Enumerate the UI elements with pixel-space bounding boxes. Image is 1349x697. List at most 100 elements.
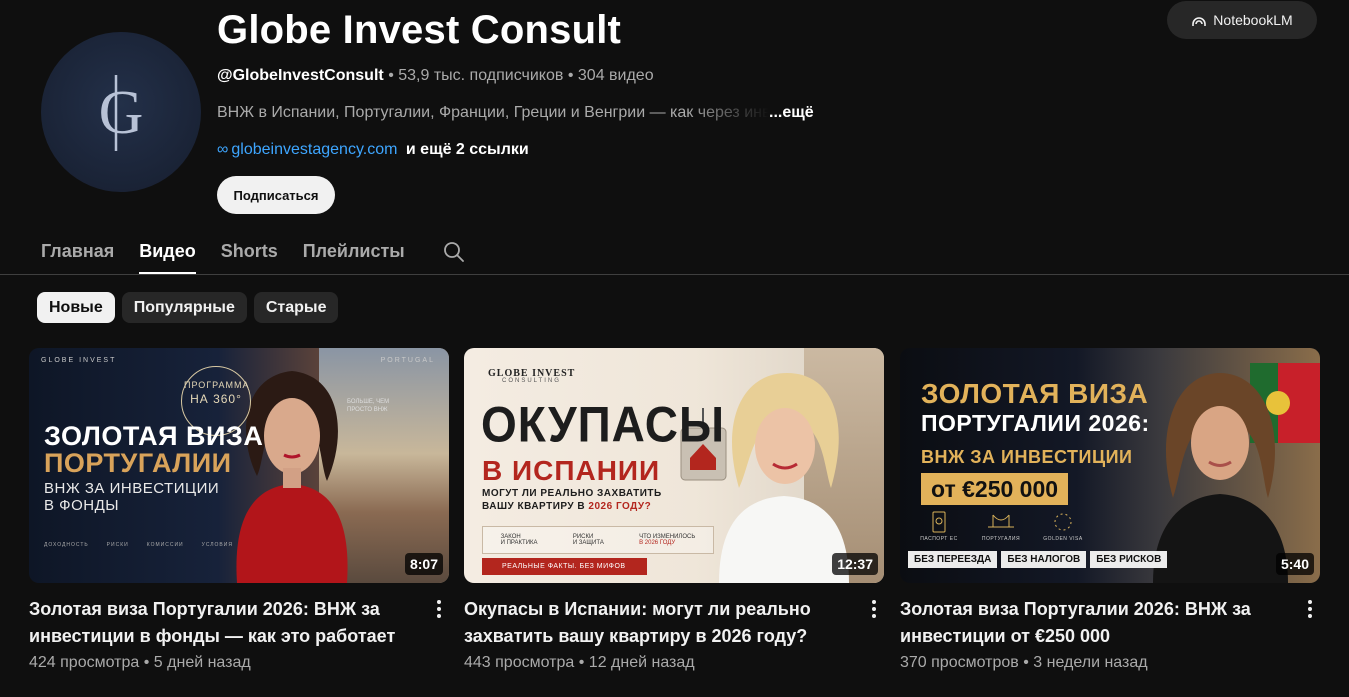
info-bottom: В 2026 ГОДУ [639,540,676,546]
tab-shorts[interactable]: Shorts [221,230,278,274]
video-meta: 424 просмотра • 5 дней назад [29,654,251,672]
thumbnail-person [719,373,849,583]
channel-link[interactable]: globeinvestagency.com [231,141,397,158]
video-age: 12 дней назад [588,654,695,671]
svg-text:G: G [99,79,144,147]
thumbnail-banner: РЕАЛЬНЫЕ ФАКТЫ. БЕЗ МИФОВ [482,558,647,575]
thumbnail-icon-item: ПОРТУГАЛИЯ [977,511,1025,542]
thumbnail-headline: В ИСПАНИИ [482,455,661,486]
video-age: 5 дней назад [153,654,251,671]
passport-icon [932,511,946,533]
meta-separator: • [567,67,574,84]
thumbnail-info-item: ЗАКОН И ПРАКТИКА [501,534,538,546]
channel-tabs: Главная Видео Shorts Плейлисты [41,230,466,274]
thumbnail-badge-line1: ПРОГРАММА [184,380,250,390]
meta-separator: • [1023,654,1029,671]
notebooklm-button[interactable]: NotebookLM [1167,1,1317,39]
video-meta: 370 просмотров • 3 недели назад [900,654,1148,672]
thumbnail-side-note: БОЛЬШЕ, ЧЕМ ПРОСТО ВНЖ [347,399,390,413]
sort-chips: Новые Популярные Старые [37,292,339,323]
video-card[interactable]: GLOBE INVEST PORTUGAL ПРОГРАММА НА 360° … [29,348,449,671]
video-card[interactable]: GLOBE INVEST CONSULTING ОКУПАСЫ В ИСПАНИ… [464,348,884,671]
video-thumbnail[interactable]: ЗОЛОТАЯ ВИЗА ПОРТУГАЛИИ 2026: ВНЖ ЗА ИНВ… [900,348,1320,583]
tab-videos[interactable]: Видео [139,230,196,274]
channel-avatar[interactable]: G [41,32,201,192]
video-title[interactable]: Золотая виза Португалии 2026: ВНЖ за инв… [29,596,424,650]
eu-stars-icon [1054,513,1072,531]
thumbnail-subline: В ФОНДЫ [44,497,120,514]
notebooklm-label: NotebookLM [1213,12,1293,28]
thumbnail-footnote: УСЛОВИЯ [201,542,233,548]
thumbnail-region: PORTUGAL [380,357,435,364]
notebooklm-icon [1192,17,1207,26]
info-bottom: И ЗАЩИТА [572,540,604,546]
thumbnail-footer-pill: БЕЗ РИСКОВ [1090,551,1168,568]
thumbnail-person [1153,373,1288,583]
bridge-icon [988,514,1014,528]
video-duration: 5:40 [1275,553,1314,575]
thumbnail-headline: ЗОЛОТАЯ ВИЗА [921,378,1149,409]
thumbnail-footnote: ДОХОДНОСТЬ [44,542,89,548]
thumbnail-badge-line2: НА 360° [190,392,242,406]
thumbnail-brand-sub: CONSULTING [502,378,561,384]
video-thumbnail[interactable]: GLOBE INVEST CONSULTING ОКУПАСЫ В ИСПАНИ… [464,348,884,583]
video-views: 370 просмотров [900,654,1019,671]
icon-label: ПОРТУГАЛИЯ [981,536,1021,542]
search-icon[interactable] [442,240,466,264]
channel-title: Globe Invest Consult [217,8,622,52]
chip-oldest[interactable]: Старые [253,292,339,323]
video-count: 304 видео [577,67,654,84]
video-title[interactable]: Окупасы в Испании: могут ли реально захв… [464,596,859,650]
description-text: ВНЖ в Испании, Португалии, Франции, Грец… [217,104,769,121]
subscribe-button[interactable]: Подписаться [217,176,335,214]
more-options-icon[interactable] [866,598,882,620]
thumbnail-subline-text: ВАШУ КВАРТИРУ В [482,501,586,512]
video-views: 443 просмотра [464,654,575,671]
thumbnail-footer-pill: БЕЗ ПЕРЕЕЗДА [908,551,998,568]
icon-label: ПАСПОРТ ЕС [920,536,958,542]
channel-description[interactable]: ВНЖ в Испании, Португалии, Франции, Грец… [217,104,814,122]
more-links-button[interactable]: и ещё 2 ссылки [406,141,529,158]
thumbnail-info-item: РИСКИ И ЗАЩИТА [573,534,604,546]
channel-handle[interactable]: @GlobeInvestConsult [217,67,384,84]
thumbnail-brand: GLOBE INVEST [41,357,117,364]
more-options-icon[interactable] [1302,598,1318,620]
thumbnail-subline: МОГУТ ЛИ РЕАЛЬНО ЗАХВАТИТЬ [482,488,662,499]
chip-newest[interactable]: Новые [37,292,115,323]
chip-popular[interactable]: Популярные [121,292,247,323]
tab-playlists[interactable]: Плейлисты [303,230,405,274]
thumbnail-subline: ВНЖ ЗА ИНВЕСТИЦИИ [44,480,220,497]
channel-meta: @GlobeInvestConsult • 53,9 тыс. подписчи… [217,67,654,85]
meta-separator: • [388,67,394,84]
thumbnail-icon-item: GOLDEN VISA [1039,511,1087,542]
thumbnail-footnote: КОМИССИИ [146,542,184,548]
subscriber-count: 53,9 тыс. подписчиков [398,67,564,84]
thumbnail-footnotes: ДОХОДНОСТЬ РИСКИ КОМИССИИ УСЛОВИЯ [44,542,233,548]
more-options-icon[interactable] [431,598,447,620]
thumbnail-icon-item: ПАСПОРТ ЕС [915,511,963,542]
video-age: 3 недели назад [1033,654,1148,671]
video-duration: 8:07 [404,553,443,575]
meta-separator: • [143,654,150,671]
thumbnail-footer: БЕЗ ПЕРЕЕЗДА БЕЗ НАЛОГОВ БЕЗ РИСКОВ [908,551,1168,568]
video-views: 424 просмотра [29,654,140,671]
thumbnail-subline: ВАШУ КВАРТИРУ В 2026 ГОДУ? [482,501,651,512]
video-card[interactable]: ЗОЛОТАЯ ВИЗА ПОРТУГАЛИИ 2026: ВНЖ ЗА ИНВ… [900,348,1320,671]
thumbnail-footnote: РИСКИ [106,542,129,548]
video-thumbnail[interactable]: GLOBE INVEST PORTUGAL ПРОГРАММА НА 360° … [29,348,449,583]
thumbnail-headline: ПОРТУГАЛИИ [44,448,232,478]
video-duration: 12:37 [832,553,878,575]
tab-home[interactable]: Главная [41,230,114,274]
video-title[interactable]: Золотая виза Португалии 2026: ВНЖ за инв… [900,596,1295,650]
thumbnail-icons: ПАСПОРТ ЕС ПОРТУГАЛИЯ GOLDEN VISA [915,511,1087,542]
globe-invest-monogram-icon: G [99,75,144,151]
description-more-link[interactable]: ...ещё [769,104,814,121]
channel-links: ∞ globeinvestagency.com и ещё 2 ссылки [217,141,529,159]
video-meta: 443 просмотра • 12 дней назад [464,654,695,672]
icon-label: GOLDEN VISA [1043,536,1083,542]
thumbnail-info-row: ЗАКОН И ПРАКТИКА РИСКИ И ЗАЩИТА ЧТО ИЗМЕНИ… [482,526,714,554]
thumbnail-headline: ОКУПАСЫ [481,396,726,453]
thumbnail-price: от €250 000 [921,473,1069,505]
thumbnail-subline: ВНЖ ЗА ИНВЕСТИЦИИ [921,447,1133,467]
thumbnail-headline: ПОРТУГАЛИИ 2026: [921,410,1150,436]
